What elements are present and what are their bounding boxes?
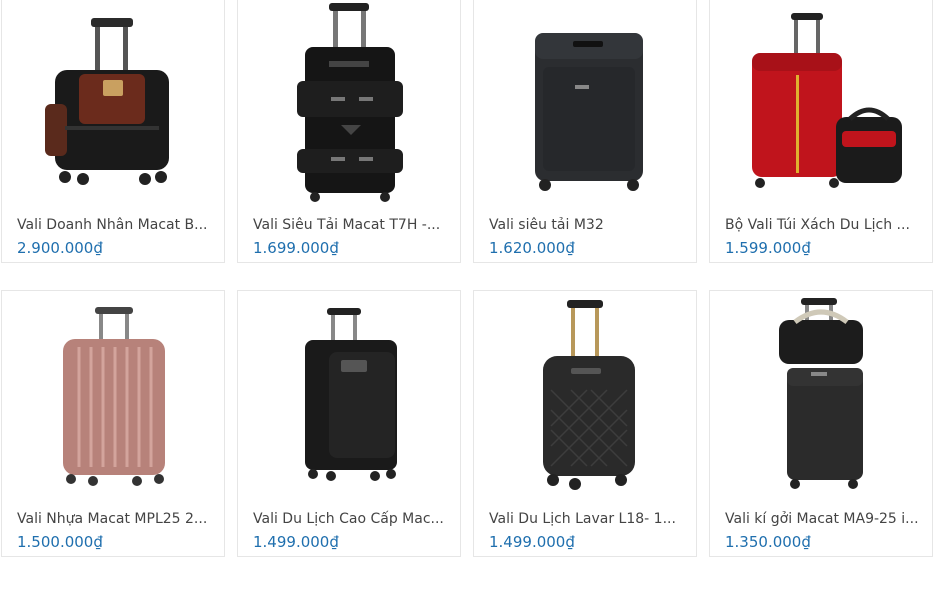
product-card[interactable]: Vali Du Lịch Lavar L18- 1... 1.499.000₫ bbox=[473, 290, 697, 557]
product-name[interactable]: Vali kí gởi Macat MA9-25 i... bbox=[725, 509, 921, 529]
product-card[interactable]: Vali Doanh Nhân Macat B... 2.900.000₫ bbox=[1, 0, 225, 263]
product-price: 1.699.000₫ bbox=[253, 239, 339, 257]
product-image[interactable] bbox=[238, 0, 460, 205]
product-card[interactable]: Bộ Vali Túi Xách Du Lịch ... 1.599.000₫ bbox=[709, 0, 933, 263]
product-price: 1.499.000₫ bbox=[489, 533, 575, 551]
product-image[interactable] bbox=[710, 0, 932, 205]
product-card[interactable]: Vali Siêu Tải Macat T7H -... 1.699.000₫ bbox=[237, 0, 461, 263]
product-card[interactable]: Vali kí gởi Macat MA9-25 i... 1.350.000₫ bbox=[709, 290, 933, 557]
product-name[interactable]: Bộ Vali Túi Xách Du Lịch ... bbox=[725, 215, 921, 235]
product-image[interactable] bbox=[474, 291, 696, 499]
product-price: 2.900.000₫ bbox=[17, 239, 103, 257]
product-card[interactable]: Vali Nhựa Macat MPL25 2... 1.500.000₫ bbox=[1, 290, 225, 557]
product-image[interactable] bbox=[2, 291, 224, 499]
product-name[interactable]: Vali Du Lịch Lavar L18- 1... bbox=[489, 509, 685, 529]
product-card[interactable]: Vali siêu tải M32 1.620.000₫ bbox=[473, 0, 697, 263]
product-name[interactable]: Vali Doanh Nhân Macat B... bbox=[17, 215, 213, 235]
product-card[interactable]: Vali Du Lịch Cao Cấp Mac... 1.499.000₫ bbox=[237, 290, 461, 557]
product-name[interactable]: Vali Siêu Tải Macat T7H -... bbox=[253, 215, 449, 235]
product-name[interactable]: Vali Nhựa Macat MPL25 2... bbox=[17, 509, 213, 529]
product-grid: Vali Doanh Nhân Macat B... 2.900.000₫ Va… bbox=[0, 0, 939, 590]
product-name[interactable]: Vali Du Lịch Cao Cấp Mac... bbox=[253, 509, 449, 529]
product-price: 1.499.000₫ bbox=[253, 533, 339, 551]
product-image[interactable] bbox=[238, 291, 460, 499]
product-price: 1.500.000₫ bbox=[17, 533, 103, 551]
product-image[interactable] bbox=[710, 291, 932, 499]
product-price: 1.350.000₫ bbox=[725, 533, 811, 551]
product-image[interactable] bbox=[474, 0, 696, 205]
product-image[interactable] bbox=[2, 0, 224, 205]
product-price: 1.620.000₫ bbox=[489, 239, 575, 257]
product-price: 1.599.000₫ bbox=[725, 239, 811, 257]
product-name[interactable]: Vali siêu tải M32 bbox=[489, 215, 685, 235]
